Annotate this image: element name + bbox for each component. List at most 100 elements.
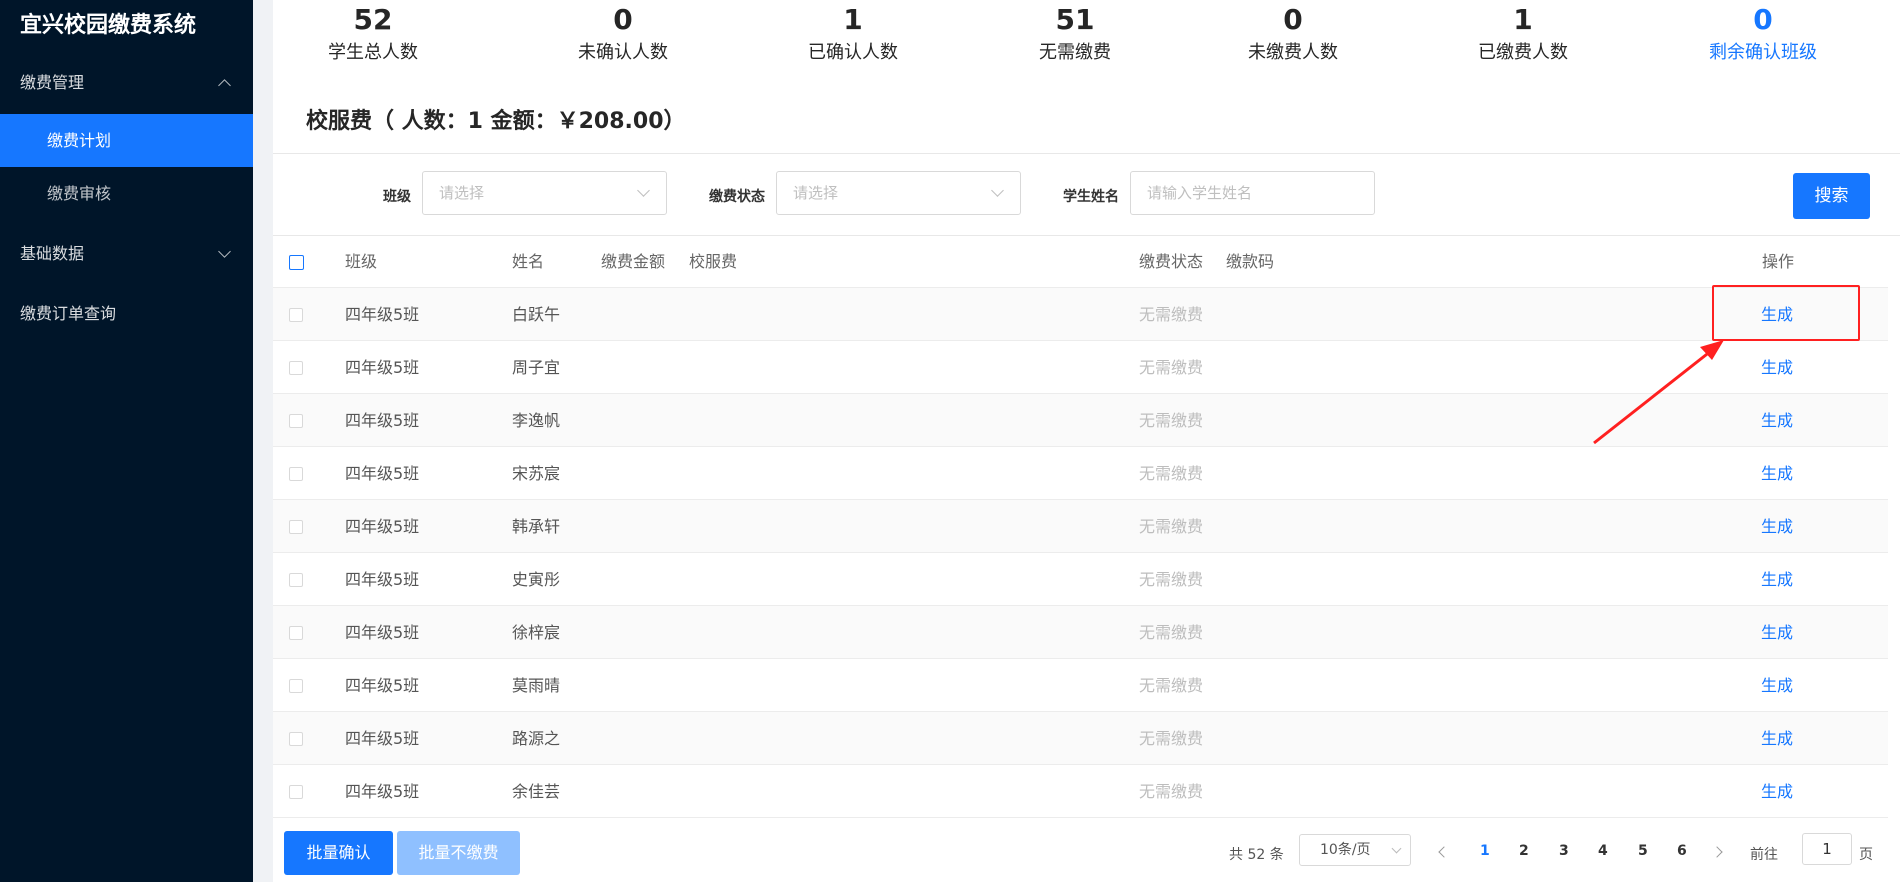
table-row: 四年级5班 莫雨晴 无需缴费 生成 [273, 659, 1888, 712]
stat-unpaid: 0 未缴费人数 [1238, 2, 1348, 68]
select-all-checkbox[interactable] [289, 255, 304, 270]
table-row: 四年级5班 韩承轩 无需缴费 生成 [273, 500, 1888, 553]
row-checkbox[interactable] [289, 626, 303, 640]
generate-link[interactable]: 生成 [1761, 500, 1793, 553]
chevron-down-icon [991, 184, 1004, 197]
stat-label: 已确认人数 [808, 42, 898, 63]
cell-status: 无需缴费 [1139, 676, 1204, 695]
cell-status: 无需缴费 [1139, 729, 1204, 748]
page-4[interactable]: 4 [1598, 843, 1608, 859]
name-filter-label: 学生姓名 [1063, 189, 1119, 205]
sidebar: 宜兴校园缴费系统 缴费管理 缴费计划 缴费审核 基础数据 缴费订单查询 [0, 0, 253, 882]
stat-total-students: 52 学生总人数 [318, 2, 428, 68]
page-2[interactable]: 2 [1519, 843, 1529, 859]
page-size-select[interactable]: 10条/页 [1299, 834, 1411, 866]
stat-value: 0 [1753, 3, 1773, 36]
cell-name: 余佳芸 [512, 782, 561, 801]
class-filter-label: 班级 [383, 189, 411, 205]
stat-label: 已缴费人数 [1478, 42, 1568, 63]
cell-status: 无需缴费 [1139, 517, 1204, 536]
cell-class: 四年级5班 [345, 358, 420, 377]
stat-label: 未缴费人数 [1248, 42, 1338, 63]
stat-label: 学生总人数 [328, 42, 418, 63]
generate-link[interactable]: 生成 [1761, 341, 1793, 394]
stat-label: 剩余确认班级 [1709, 42, 1817, 63]
row-checkbox[interactable] [289, 308, 303, 322]
section-title: 校服费（ 人数：1 金额：￥208.00） [306, 109, 686, 134]
annotation-highlight-box [1712, 285, 1860, 341]
row-checkbox[interactable] [289, 467, 303, 481]
cell-status: 无需缴费 [1139, 464, 1204, 483]
student-name-input[interactable]: 请输入学生姓名 [1130, 171, 1375, 215]
goto-label: 前往 [1750, 847, 1778, 863]
menu-order-query[interactable]: 缴费订单查询 [0, 288, 253, 340]
page-3[interactable]: 3 [1559, 843, 1569, 859]
batch-confirm-button[interactable]: 批量确认 [284, 831, 393, 875]
stat-paid: 1 已缴费人数 [1468, 2, 1578, 68]
row-checkbox[interactable] [289, 520, 303, 534]
header-amount: 缴费金额 [601, 252, 666, 271]
cell-status: 无需缴费 [1139, 570, 1204, 589]
prev-page-icon[interactable] [1438, 846, 1450, 858]
status-select[interactable]: 请选择 [776, 171, 1021, 215]
stat-value: 1 [843, 3, 863, 36]
row-checkbox[interactable] [289, 785, 303, 799]
page-1[interactable]: 1 [1480, 843, 1490, 859]
table-row: 四年级5班 史寅彤 无需缴费 生成 [273, 553, 1888, 606]
table-row: 四年级5班 余佳芸 无需缴费 生成 [273, 765, 1888, 818]
status-select-placeholder: 请选择 [793, 184, 839, 202]
search-button[interactable]: 搜索 [1793, 173, 1870, 219]
row-checkbox[interactable] [289, 361, 303, 375]
table-row: 四年级5班 周子宜 无需缴费 生成 [273, 341, 1888, 394]
header-name: 姓名 [512, 252, 545, 271]
generate-link[interactable]: 生成 [1761, 712, 1793, 765]
header-uniform-fee: 校服费 [689, 252, 738, 271]
cell-name: 莫雨晴 [512, 676, 561, 695]
row-checkbox[interactable] [289, 732, 303, 746]
table-body: 四年级5班 白跃午 无需缴费 生成 四年级5班 周子宜 无需缴费 生成 四年级5班 李逸帆 无需缴费… [273, 288, 1888, 818]
generate-link[interactable]: 生成 [1761, 765, 1793, 818]
cell-class: 四年级5班 [345, 517, 420, 536]
generate-link[interactable]: 生成 [1761, 553, 1793, 606]
goto-page-input[interactable]: 1 [1802, 833, 1852, 865]
cell-name: 宋苏宸 [512, 464, 561, 483]
page-5[interactable]: 5 [1638, 843, 1648, 859]
stat-label: 无需缴费 [1039, 42, 1111, 63]
stat-value: 52 [353, 3, 393, 36]
student-name-placeholder: 请输入学生姓名 [1147, 184, 1253, 202]
header-action: 操作 [1762, 252, 1795, 271]
filter-bar: 班级 请选择 缴费状态 请选择 学生姓名 请输入学生姓名 搜索 [273, 154, 1900, 235]
goto-suffix: 页 [1859, 847, 1873, 863]
class-select[interactable]: 请选择 [422, 171, 667, 215]
stat-confirmed: 1 已确认人数 [798, 2, 908, 68]
generate-link[interactable]: 生成 [1761, 394, 1793, 447]
main-content: 52 学生总人数 0 未确认人数 1 已确认人数 5 1 无需缴费 0 未缴费人数… [273, 0, 1900, 882]
menu-group-basic-data[interactable]: 基础数据 [0, 220, 253, 288]
row-checkbox[interactable] [289, 573, 303, 587]
header-class: 班级 [345, 252, 378, 271]
generate-link[interactable]: 生成 [1761, 659, 1793, 712]
cell-class: 四年级5班 [345, 570, 420, 589]
header-payment-code: 缴款码 [1226, 252, 1275, 271]
chevron-down-icon [637, 184, 650, 197]
cell-name: 史寅彤 [512, 570, 561, 589]
table-row: 四年级5班 路源之 无需缴费 生成 [273, 712, 1888, 765]
chevron-up-icon [218, 79, 231, 92]
generate-link[interactable]: 生成 [1761, 447, 1793, 500]
stat-unconfirmed: 0 未确认人数 [568, 2, 678, 68]
page-6[interactable]: 6 [1677, 843, 1687, 859]
table-row: 四年级5班 宋苏宸 无需缴费 生成 [273, 447, 1888, 500]
stat-label: 未确认人数 [578, 42, 668, 63]
row-checkbox[interactable] [289, 679, 303, 693]
menu-item-payment-review[interactable]: 缴费审核 [0, 167, 253, 220]
batch-no-pay-button[interactable]: 批量不缴费 [397, 831, 520, 875]
generate-link[interactable]: 生成 [1761, 606, 1793, 659]
menu-group-payment-management[interactable]: 缴费管理 [0, 52, 253, 114]
stat-remaining-classes[interactable]: 0 剩余确认班级 [1703, 2, 1823, 68]
row-checkbox[interactable] [289, 414, 303, 428]
stat-value: 0 [1283, 3, 1303, 36]
page-size-value: 10条/页 [1320, 842, 1371, 858]
next-page-icon[interactable] [1711, 846, 1723, 858]
menu-item-payment-plan[interactable]: 缴费计划 [0, 114, 253, 167]
cell-name: 白跃午 [512, 305, 561, 324]
